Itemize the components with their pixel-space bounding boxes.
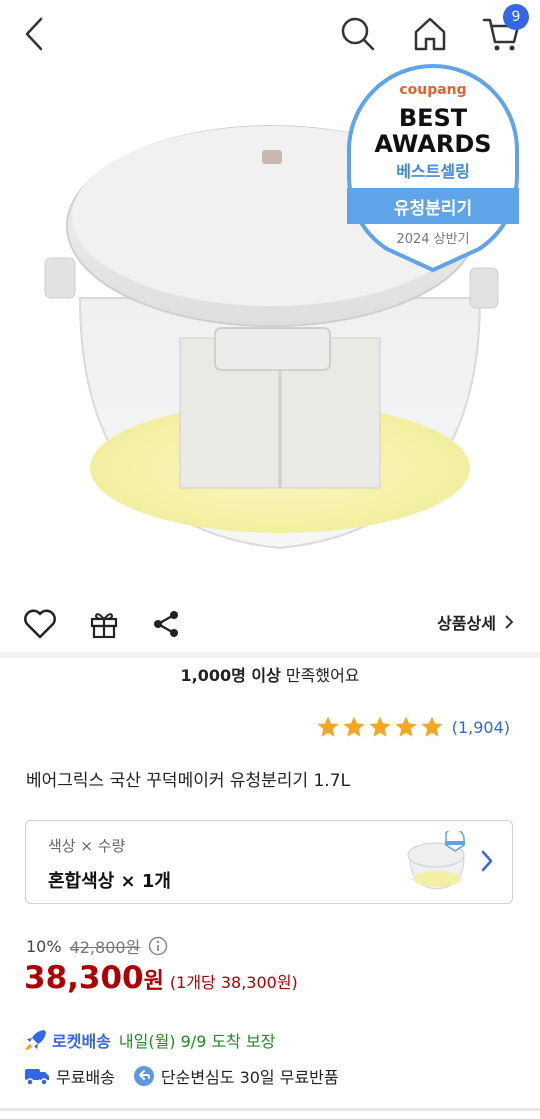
- star-icon: [317, 716, 339, 737]
- share-button[interactable]: [148, 606, 184, 642]
- chevron-left-icon: [25, 17, 43, 51]
- chevron-right-icon: [481, 850, 493, 872]
- sale-price-currency: 원: [143, 969, 164, 994]
- gift-icon: [90, 613, 118, 639]
- star-icon: [395, 716, 417, 737]
- search-button[interactable]: [336, 12, 380, 56]
- back-button[interactable]: [16, 14, 52, 54]
- product-detail-link[interactable]: 상품상세: [437, 610, 514, 634]
- award-line2: AWARDS: [374, 130, 492, 158]
- share-icon: [154, 611, 178, 637]
- satisfaction-text: 1,000명 이상 만족했어요: [0, 662, 540, 686]
- truck-icon: [25, 1069, 49, 1086]
- award-period: 2024 상반기: [396, 232, 470, 247]
- star-icon: [421, 716, 443, 737]
- home-icon: [414, 17, 446, 51]
- option-selector[interactable]: 색상 × 수량 혼합색상 × 1개: [25, 820, 513, 904]
- sale-price: 38,300: [24, 960, 144, 996]
- award-brand: coupang: [399, 82, 467, 98]
- heart-icon: [24, 609, 56, 639]
- price-discount-row: 10% 42,800원: [26, 934, 168, 958]
- bottom-divider: [0, 1108, 540, 1111]
- original-price: 42,800원: [69, 938, 141, 957]
- action-row: 상품상세: [0, 598, 540, 650]
- award-line1: BEST: [398, 104, 468, 132]
- star-icon: [343, 716, 365, 737]
- rocket-icon: [26, 1030, 46, 1050]
- home-button[interactable]: [408, 12, 452, 56]
- cart-count-badge: 9: [503, 4, 529, 30]
- chevron-right-icon: [505, 615, 514, 629]
- wishlist-button[interactable]: [22, 606, 58, 642]
- return-policy-label: 단순변심도 30일 무료반품: [160, 1068, 339, 1087]
- best-awards-badge: coupang BEST AWARDS 베스트셀링 유청분리기 2024 상반기: [347, 64, 519, 274]
- section-divider: [0, 652, 540, 658]
- rocket-delivery-row: 로켓배송 내일(월) 9/9 도착 보장: [24, 1028, 275, 1052]
- star-icon: [369, 716, 391, 737]
- product-detail-label: 상품상세: [437, 614, 496, 633]
- gift-button[interactable]: [86, 606, 122, 642]
- unit-price: (1개당 38,300원): [169, 973, 298, 992]
- option-thumbnail: [407, 831, 465, 890]
- rocket-delivery-label: 로켓배송: [52, 1032, 111, 1051]
- award-category: 유청분리기: [393, 199, 473, 219]
- satisfaction-count: 1,000명 이상: [180, 666, 281, 685]
- award-line3: 베스트셀링: [396, 162, 470, 181]
- discount-rate: 10%: [26, 936, 62, 956]
- return-icon: [133, 1066, 154, 1086]
- sale-price-row: 38,300 원 (1개당 38,300원): [24, 960, 298, 996]
- free-shipping-label: 무료배송: [56, 1068, 115, 1087]
- delivery-eta: 내일(월) 9/9 도착 보장: [118, 1032, 276, 1051]
- rating-row[interactable]: (1,904): [316, 715, 510, 739]
- product-title: 베어그릭스 국산 꾸덕메이커 유청분리기 1.7L: [26, 771, 351, 791]
- option-value: 혼합색상 × 1개: [48, 871, 171, 892]
- shipping-info-row: 무료배송 단순변심도 30일 무료반품: [24, 1064, 339, 1088]
- satisfaction-suffix: 만족했어요: [280, 666, 360, 685]
- review-count[interactable]: (1,904): [452, 718, 510, 737]
- info-icon[interactable]: [148, 936, 168, 956]
- search-icon: [341, 17, 375, 51]
- option-label: 색상 × 수량: [48, 837, 126, 855]
